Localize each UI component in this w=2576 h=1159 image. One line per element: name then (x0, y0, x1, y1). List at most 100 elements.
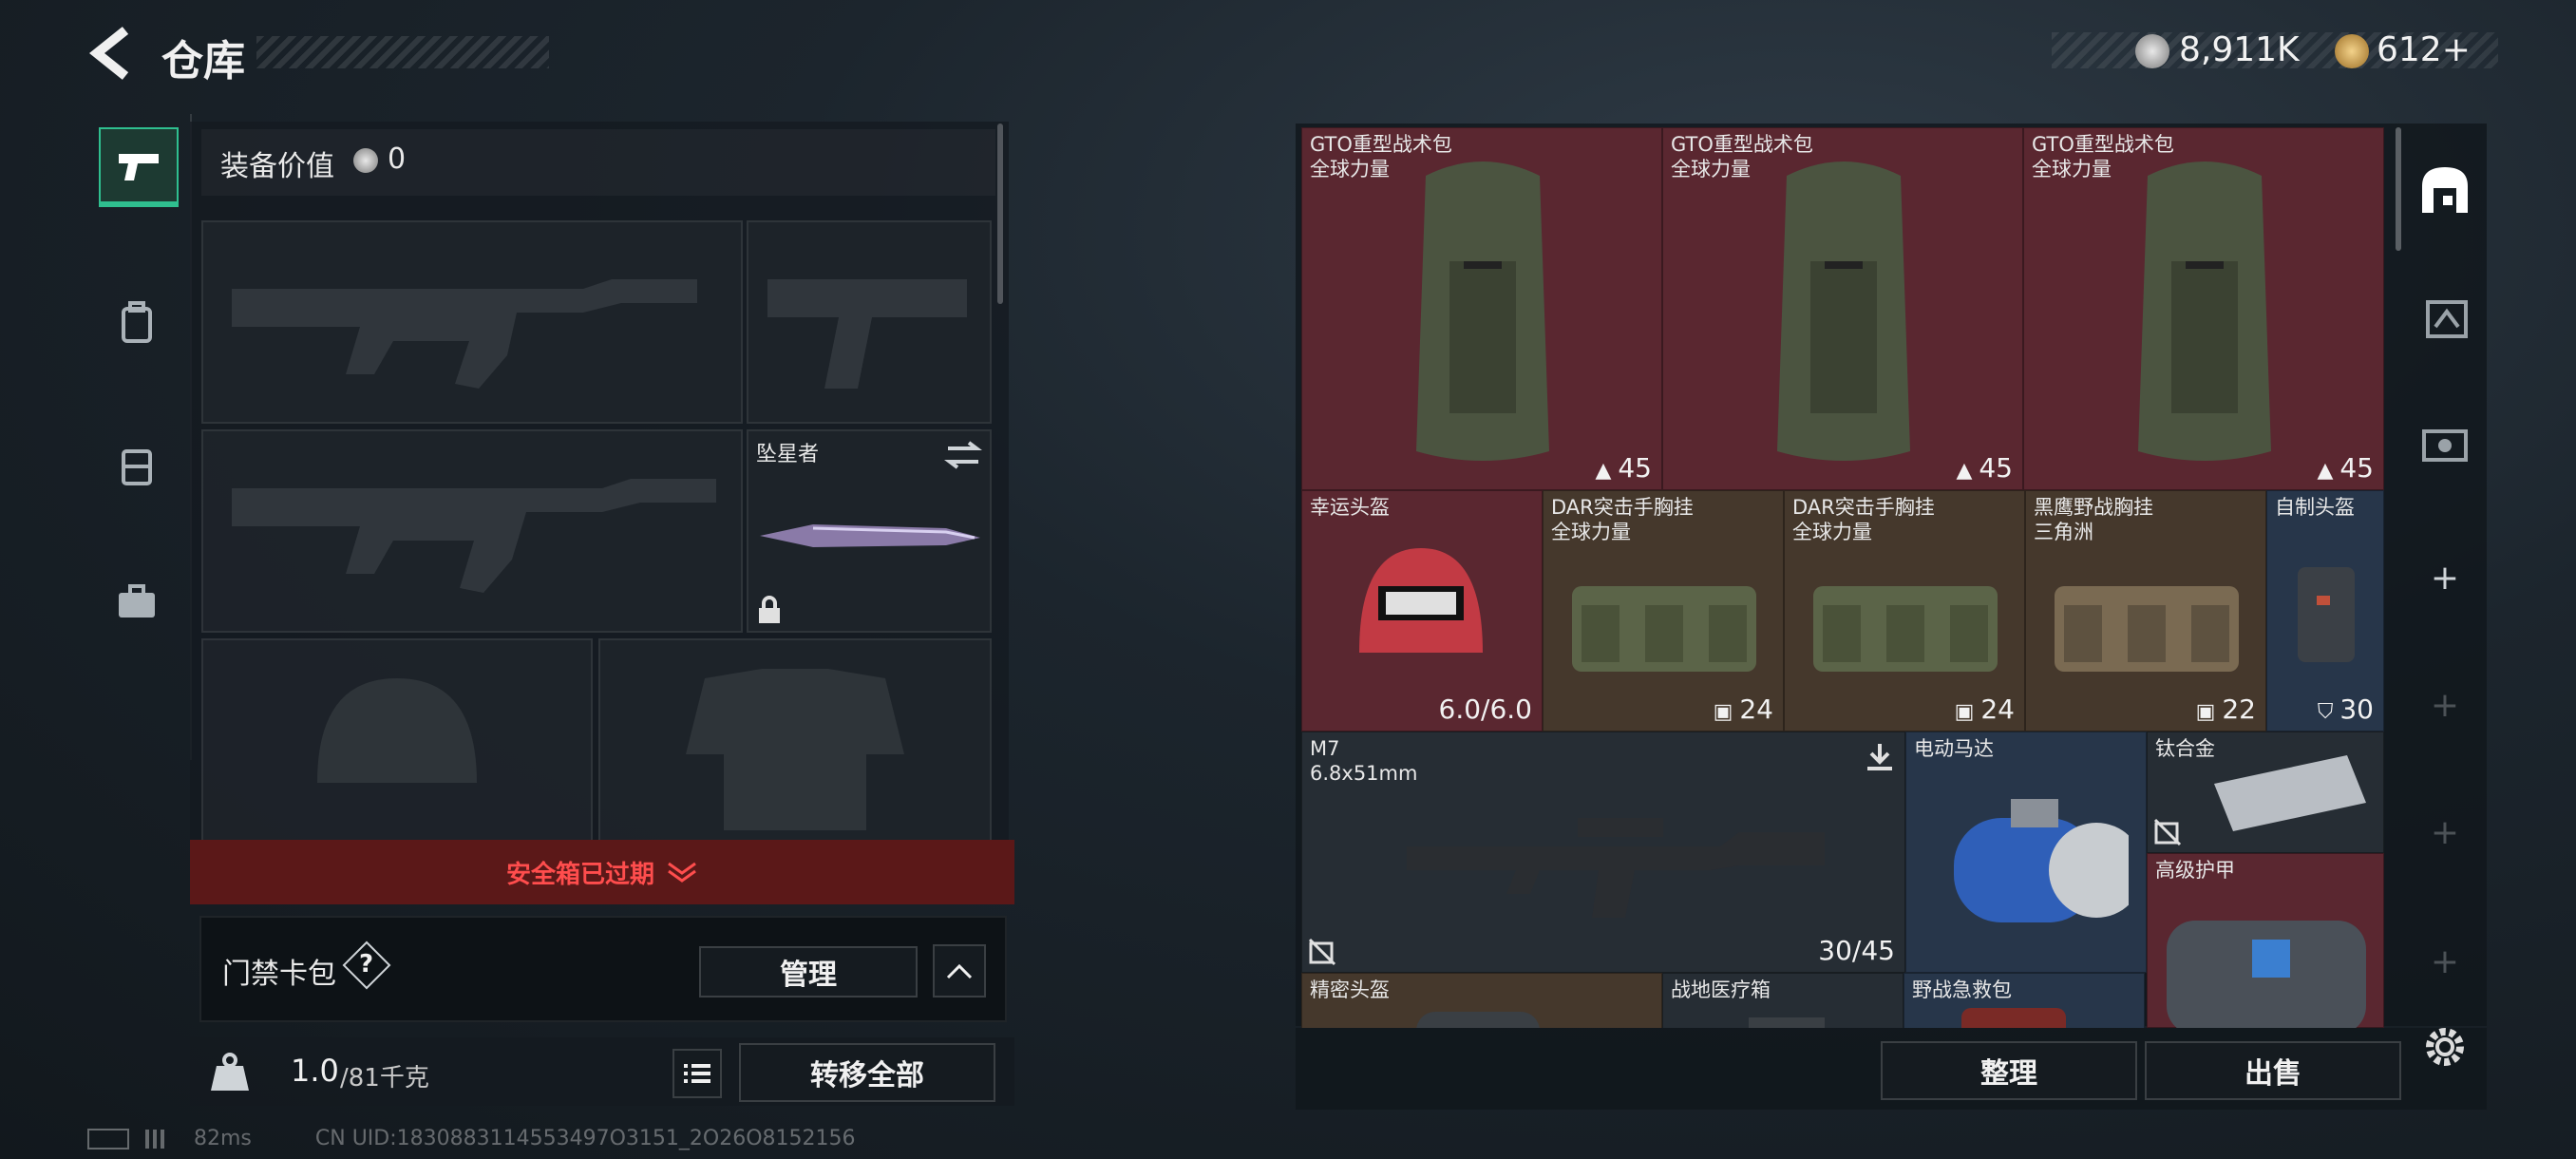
safe-box-expired-banner[interactable]: 安全箱已过期 (190, 840, 1014, 904)
storage-item-electric-motor[interactable]: 电动马达 (1905, 732, 2147, 973)
storage-item-chest-rig-2[interactable]: DAR突击手胸挂 全球力量 ▣ 24 (1784, 490, 2025, 732)
shield-icon: ⛉ (2317, 700, 2340, 724)
item-value: ▣ 24 (1954, 694, 2015, 725)
settings-button[interactable] (2418, 1020, 2472, 1074)
weight-max: /81千克 (340, 1064, 429, 1092)
locked-storage-slot[interactable]: + (2407, 667, 2483, 743)
gear-icon (2426, 1028, 2464, 1066)
title-decoration (256, 36, 549, 68)
tab-weapons[interactable] (99, 127, 179, 207)
storage-item-field-medical-box[interactable]: 战地医疗箱 (1662, 973, 1904, 1028)
storage-item-backpack-1[interactable]: GTO重型战术包 全球力量 ▲ 45 (1301, 127, 1662, 490)
pistol-silhouette-icon (767, 279, 967, 389)
loadout-scrollbar[interactable] (997, 124, 1003, 304)
warehouse-icon (2422, 167, 2468, 213)
item-name: 自制头盔 (2275, 496, 2355, 519)
storage-item-precision-helmet[interactable]: 精密头盔 (1301, 973, 1662, 1028)
add-storage-page-button[interactable]: + (2407, 540, 2483, 616)
backpack-icon (2138, 162, 2271, 461)
storage-item-backpack-2[interactable]: GTO重型战术包 全球力量 ▲ 45 (1662, 127, 2023, 490)
no-insurance-icon (1308, 938, 1336, 966)
storage-item-helmet[interactable]: 幸运头盔 6.0/6.0 (1301, 490, 1543, 732)
signal-icon (145, 1130, 168, 1149)
storage-item-chest-rig-1[interactable]: DAR突击手胸挂 全球力量 ▣ 24 (1543, 490, 1784, 732)
storage-page-3[interactable] (2407, 405, 2483, 481)
backpack-icon (122, 301, 152, 343)
helmet-icon (1359, 548, 1483, 653)
storage-item-chest-rig-3[interactable]: 黑鹰野战胸挂 三角洲 ▣ 22 (2025, 490, 2266, 732)
rifle-silhouette-icon (232, 479, 716, 593)
storage-page-2[interactable] (2407, 277, 2483, 353)
sort-button[interactable]: 整理 (1881, 1041, 2137, 1100)
item-name: 黑鹰野战胸挂 三角洲 (2034, 496, 2153, 543)
storage-item-advanced-armor[interactable]: 高级护甲 (2147, 853, 2384, 1028)
chevron-down-icon (668, 862, 696, 883)
pistol-icon (119, 154, 159, 180)
item-value: ⛉ 30 (2317, 694, 2374, 725)
helmet-slot[interactable] (201, 638, 593, 842)
download-icon[interactable] (1863, 740, 1897, 774)
locked-storage-slot[interactable]: + (2407, 923, 2483, 999)
capacity-icon: ▲ (1595, 459, 1619, 483)
weight-current: 1.0 (291, 1053, 339, 1089)
uid-text: CN UID:1830883114553497O3151_2O26O815215… (314, 1127, 856, 1150)
plus-icon: + (2430, 685, 2460, 725)
weight-icon (207, 1049, 253, 1094)
plus-icon: + (2430, 812, 2460, 852)
storage-scrollbar[interactable] (2396, 127, 2401, 251)
item-name: M7 6.8x51mm (1310, 737, 1418, 785)
storage-page-main[interactable] (2407, 152, 2483, 228)
transfer-all-button[interactable]: 转移全部 (739, 1043, 995, 1102)
item-value: ▲ 45 (2317, 452, 2374, 484)
keycard-pack-label: 门禁卡包 (222, 958, 336, 991)
plus-icon: + (2430, 941, 2460, 981)
metal-ingot-icon (2214, 755, 2366, 831)
item-name: 战地医疗箱 (1671, 978, 1771, 1001)
knife-icon (760, 524, 980, 547)
armor-slot[interactable] (598, 638, 992, 842)
primary-weapon-slot[interactable] (201, 220, 743, 424)
swap-icon[interactable] (944, 439, 982, 471)
storage-item-first-aid-kit[interactable]: 野战急救包 (1904, 973, 2145, 1028)
back-arrow-icon (88, 27, 129, 80)
list-view-button[interactable] (672, 1049, 722, 1098)
medical-box-icon (1749, 1017, 1825, 1028)
storage-item-homemade-helmet[interactable]: 自制头盔 ⛉ 30 (2266, 490, 2384, 732)
item-value: ▣ 22 (2195, 694, 2256, 725)
collapse-button[interactable] (933, 944, 986, 998)
weight-bar: 1.0 /81千克 转移全部 (190, 1037, 1014, 1106)
item-value: ▲ 45 (1956, 452, 2013, 484)
gold-currency-value[interactable]: 612+ (2377, 30, 2471, 69)
item-value: ▲ 45 (1595, 452, 1652, 484)
no-insurance-icon (2153, 818, 2182, 846)
secondary-weapon-slot[interactable] (201, 429, 743, 633)
helmet-silhouette-icon (317, 678, 477, 783)
storage-page-sidebar: + + + + (2407, 124, 2483, 1026)
list-icon (684, 1064, 710, 1083)
manage-button[interactable]: 管理 (699, 946, 918, 998)
item-ammo: 30/45 (1818, 935, 1895, 966)
tab-cases[interactable] (99, 564, 175, 640)
storage-item-backpack-3[interactable]: GTO重型战术包 全球力量 ▲ 45 (2023, 127, 2384, 490)
tab-gear[interactable] (99, 285, 175, 361)
tab-containers[interactable] (99, 428, 175, 504)
melee-slot[interactable]: 坠星者 (747, 429, 992, 633)
briefcase-icon (119, 584, 155, 618)
silver-currency-value: 8,911K (2179, 30, 2300, 69)
equip-value-label: 装备价值 (220, 150, 334, 183)
back-button[interactable] (87, 25, 135, 82)
armor-bag-icon (2167, 921, 2366, 1028)
storage-item-titanium-alloy[interactable]: 钛合金 (2147, 732, 2384, 853)
vest-icon: ▣ (1954, 700, 1981, 724)
lock-icon (759, 596, 780, 623)
ping-text: 82ms (194, 1127, 252, 1150)
sell-button[interactable]: 出售 (2145, 1041, 2401, 1100)
electric-motor-icon (1954, 799, 2129, 922)
pistol-slot[interactable] (747, 220, 992, 424)
item-durability: 6.0/6.0 (1438, 694, 1533, 725)
storage-item-rifle[interactable]: M7 6.8x51mm 30/45 (1301, 732, 1905, 973)
locked-storage-slot[interactable]: + (2407, 794, 2483, 870)
item-name: 幸运头盔 (1310, 496, 1390, 519)
homemade-helmet-icon (2298, 567, 2355, 662)
battery-icon (87, 1129, 129, 1150)
